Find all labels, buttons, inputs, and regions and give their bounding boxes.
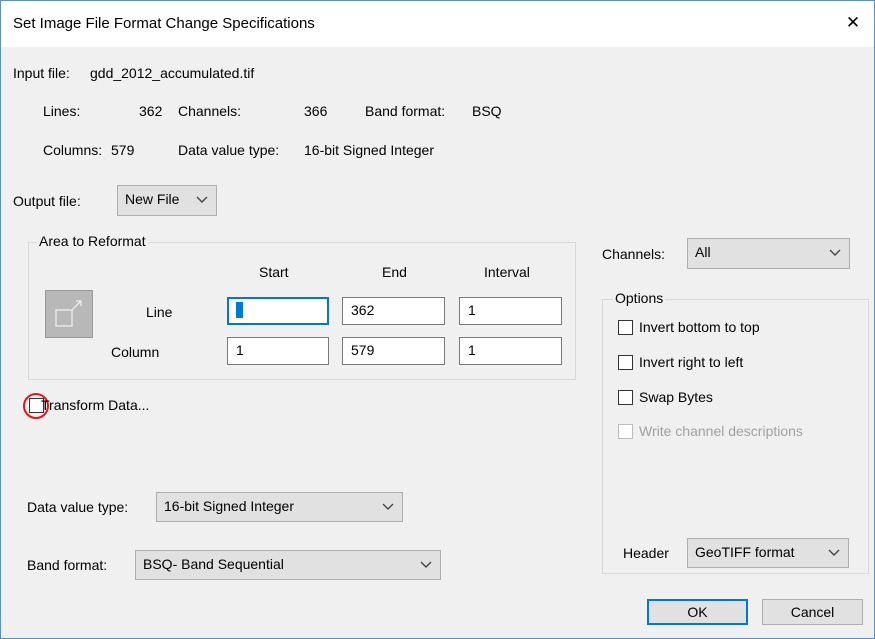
end-header: End — [382, 264, 407, 280]
channels-label: Channels: — [178, 103, 242, 119]
dialog-window: Set Image File Format Change Specificati… — [0, 0, 875, 639]
input-file-label: Input file: — [13, 65, 70, 81]
column-interval-input[interactable]: 1 — [459, 337, 562, 365]
channels-selected: All — [695, 244, 711, 260]
options-label: Options — [613, 290, 666, 306]
channels-select[interactable]: All — [687, 238, 850, 269]
swap-bytes-checkbox[interactable] — [618, 390, 633, 405]
line-start-input[interactable]: 1 — [227, 297, 329, 325]
ok-button[interactable]: OK — [647, 599, 748, 625]
line-label: Line — [146, 304, 173, 320]
line-end-input[interactable]: 362 — [342, 297, 445, 325]
resize-area-icon[interactable] — [45, 290, 93, 338]
column-end-input[interactable]: 579 — [342, 337, 445, 365]
data-type-label: Data value type: — [178, 142, 280, 158]
write-channel-desc-label: Write channel descriptions — [639, 423, 803, 439]
swap-bytes-label: Swap Bytes — [639, 389, 713, 405]
columns-label: Columns: — [43, 142, 103, 158]
cancel-button[interactable]: Cancel — [762, 599, 863, 625]
chevron-down-icon — [420, 561, 432, 568]
band-format-select[interactable]: BSQ- Band Sequential — [135, 550, 441, 580]
title-bar: Set Image File Format Change Specificati… — [1, 1, 874, 47]
output-file-selected: New File — [125, 191, 180, 207]
chevron-down-icon — [828, 549, 840, 556]
invert-bottom-label: Invert bottom to top — [639, 319, 760, 335]
lines-value: 362 — [139, 103, 163, 119]
interval-header: Interval — [484, 264, 530, 280]
input-file-value: gdd_2012_accumulated.tif — [90, 65, 255, 81]
dialog-title: Set Image File Format Change Specificati… — [13, 15, 315, 32]
invert-right-label: Invert right to left — [639, 354, 744, 370]
output-file-select[interactable]: New File — [117, 185, 217, 216]
area-to-reformat-label: Area to Reformat — [37, 233, 148, 249]
band-format-select-label: Band format: — [27, 557, 108, 573]
channels-select-label: Channels: — [602, 246, 666, 262]
header-selected: GeoTIFF format — [695, 544, 795, 560]
lines-label: Lines: — [43, 103, 81, 119]
chevron-down-icon — [196, 196, 208, 203]
chevron-down-icon — [829, 249, 841, 256]
start-header: Start — [259, 264, 289, 280]
resize-area-glyph — [55, 300, 82, 327]
column-label: Column — [111, 344, 160, 360]
write-channel-desc-checkbox[interactable] — [618, 424, 633, 439]
output-file-label: Output file: — [13, 193, 81, 209]
text-caret — [236, 302, 243, 318]
band-format-label: Band format: — [365, 103, 446, 119]
band-format-selected: BSQ- Band Sequential — [143, 556, 284, 572]
transform-data-label: Transform Data... — [41, 397, 150, 413]
header-label: Header — [623, 545, 669, 561]
band-format-value: BSQ — [472, 103, 502, 119]
line-interval-input[interactable]: 1 — [459, 297, 562, 325]
data-value-type-select[interactable]: 16-bit Signed Integer — [156, 492, 403, 522]
close-icon[interactable]: ✕ — [838, 9, 868, 37]
invert-bottom-checkbox[interactable] — [618, 320, 633, 335]
chevron-down-icon — [382, 503, 394, 510]
header-select[interactable]: GeoTIFF format — [687, 538, 849, 568]
invert-right-checkbox[interactable] — [618, 355, 633, 370]
column-start-input[interactable]: 1 — [227, 337, 329, 365]
columns-value: 579 — [111, 142, 135, 158]
data-type-value: 16-bit Signed Integer — [304, 142, 434, 158]
channels-value: 366 — [304, 103, 328, 119]
data-value-type-selected: 16-bit Signed Integer — [164, 498, 294, 514]
data-value-type-label: Data value type: — [27, 499, 129, 515]
